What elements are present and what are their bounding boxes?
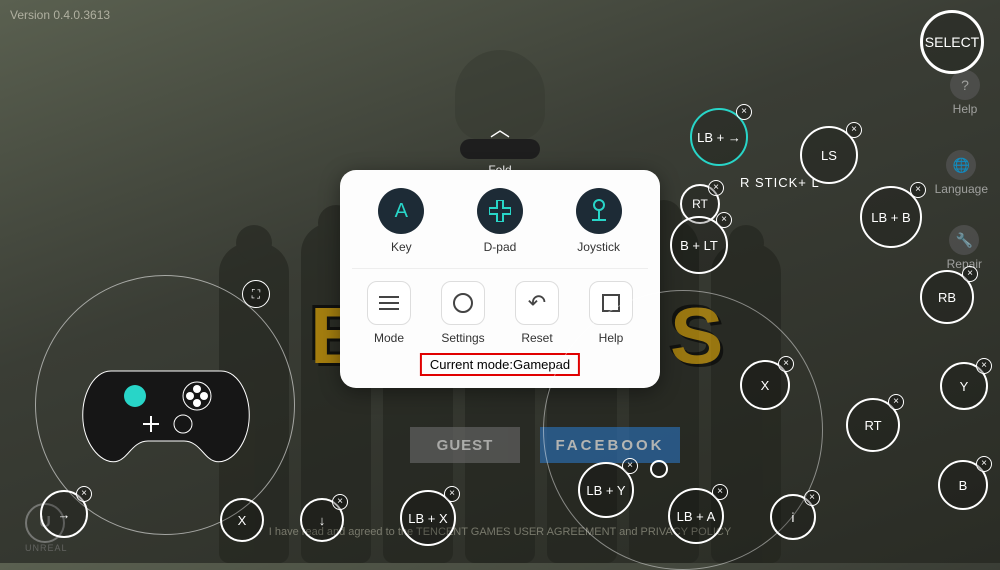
- map-lb-right[interactable]: LB + →×: [690, 108, 748, 166]
- panel-tools-top: A Key D-pad Joystick: [352, 188, 648, 254]
- fold-handle: [460, 139, 540, 159]
- map-i[interactable]: i×: [770, 494, 816, 540]
- guest-button[interactable]: GUEST: [410, 427, 520, 463]
- tool-settings[interactable]: Settings: [426, 281, 500, 345]
- joystick-icon: [576, 188, 622, 234]
- mode-icon: [367, 281, 411, 325]
- panel-divider: [352, 268, 648, 269]
- map-select[interactable]: SELECT: [920, 10, 984, 74]
- globe-icon: 🌐: [946, 150, 976, 180]
- close-icon[interactable]: ×: [736, 104, 752, 120]
- tool-dpad[interactable]: D-pad: [462, 188, 537, 254]
- tool-joystick[interactable]: Joystick: [561, 188, 636, 254]
- map-x[interactable]: X×: [740, 360, 790, 410]
- map-down[interactable]: ↓×: [300, 498, 344, 542]
- help-icon: ?: [950, 70, 980, 100]
- map-dot-small[interactable]: [650, 460, 668, 478]
- dpad-icon: [477, 188, 523, 234]
- map-b[interactable]: B×: [938, 460, 988, 510]
- close-icon[interactable]: ×: [332, 494, 348, 510]
- close-icon[interactable]: ×: [976, 456, 992, 472]
- close-icon[interactable]: ×: [444, 486, 460, 502]
- wrench-icon: 🔧: [949, 225, 979, 255]
- close-icon[interactable]: ×: [622, 458, 638, 474]
- map-lb-y[interactable]: LB + Y×: [578, 462, 634, 518]
- close-icon[interactable]: ×: [712, 484, 728, 500]
- version-label: Version 0.4.0.3613: [10, 8, 110, 22]
- map-ls[interactable]: LS×: [800, 126, 858, 184]
- map-close-x[interactable]: X: [220, 498, 264, 542]
- map-right-arrow[interactable]: →×: [40, 490, 88, 538]
- close-icon[interactable]: ×: [804, 490, 820, 506]
- close-icon[interactable]: ×: [716, 212, 732, 228]
- side-language[interactable]: 🌐 Language: [935, 150, 988, 196]
- close-icon[interactable]: ×: [976, 358, 992, 374]
- tool-reset[interactable]: ↶ Reset: [500, 281, 574, 345]
- close-icon[interactable]: ×: [910, 182, 926, 198]
- map-rt[interactable]: RT×: [846, 398, 900, 452]
- map-b-lt[interactable]: B + LT×: [670, 216, 728, 274]
- controller-icon: [81, 356, 251, 466]
- close-icon[interactable]: ×: [846, 122, 862, 138]
- map-y[interactable]: Y×: [940, 362, 988, 410]
- right-stick-label: R STICK+ L: [740, 175, 820, 190]
- settings-icon: [441, 281, 485, 325]
- key-icon: A: [378, 188, 424, 234]
- map-lb-b[interactable]: LB + B×: [860, 186, 922, 248]
- map-lb-a[interactable]: LB + A×: [668, 488, 724, 544]
- side-repair[interactable]: 🔧 Repair: [947, 225, 982, 271]
- close-icon[interactable]: ×: [888, 394, 904, 410]
- close-icon[interactable]: ×: [76, 486, 92, 502]
- close-icon[interactable]: ×: [962, 266, 978, 282]
- reset-icon: ↶: [515, 281, 559, 325]
- map-lb-x[interactable]: LB + X×: [400, 490, 456, 546]
- expand-icon[interactable]: ⛶: [242, 280, 270, 308]
- close-icon[interactable]: ×: [708, 180, 724, 196]
- side-help-label: Help: [953, 102, 978, 116]
- tool-mode[interactable]: Mode: [352, 281, 426, 345]
- map-rb[interactable]: RB×: [920, 270, 974, 324]
- side-help[interactable]: ? Help: [950, 70, 980, 116]
- close-icon[interactable]: ×: [778, 356, 794, 372]
- tool-key[interactable]: A Key: [364, 188, 439, 254]
- chevron-up-icon: ︿: [460, 125, 540, 135]
- side-language-label: Language: [935, 182, 988, 196]
